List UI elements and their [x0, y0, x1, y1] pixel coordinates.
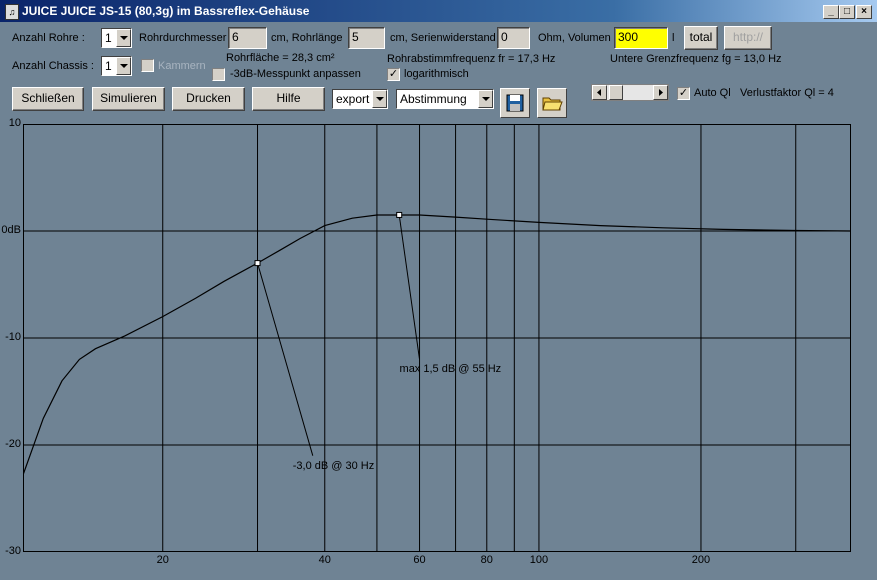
response-curve: [23, 214, 851, 476]
log-label: logarithmisch: [404, 68, 469, 80]
save-button[interactable]: [500, 88, 530, 118]
y-tick-label: -10: [5, 331, 21, 343]
scroll-thumb[interactable]: [609, 85, 623, 100]
open-button[interactable]: [537, 88, 567, 118]
scroll-left-button[interactable]: [592, 85, 607, 100]
drucken-button[interactable]: Drucken: [172, 87, 245, 111]
y-tick-label: 0dB: [1, 224, 21, 236]
y-tick-label: 10: [8, 117, 21, 129]
close-button[interactable]: ×: [856, 5, 872, 19]
messpunkt-checkbox[interactable]: [212, 68, 225, 81]
speaker-icon[interactable]: ♫: [5, 4, 19, 20]
total-button[interactable]: total: [684, 26, 718, 50]
window-title: JUICE JUICE JS-15 (80,3g) im Bassreflex-…: [22, 4, 310, 18]
durchmesser-label: Rohrdurchmesser: [139, 32, 227, 44]
durchmesser-input[interactable]: 6: [228, 27, 267, 49]
laenge-input[interactable]: 5: [348, 27, 385, 49]
scroll-right-button[interactable]: [653, 85, 668, 100]
widerstand-input[interactable]: 0: [497, 27, 530, 49]
annotation-marker: [396, 211, 403, 218]
arrow-right-icon: [659, 89, 663, 96]
x-tick-label: 80: [480, 554, 493, 566]
maximize-button[interactable]: □: [839, 5, 855, 19]
chassis-select[interactable]: 1: [101, 56, 132, 76]
volumen-label: Ohm, Volumen: [538, 32, 611, 44]
kammern-label: Kammern: [158, 60, 206, 72]
x-tick-label: 100: [529, 554, 549, 566]
unit-liter: l: [672, 32, 675, 44]
chevron-down-icon[interactable]: [372, 90, 387, 108]
minimize-button[interactable]: _: [823, 5, 839, 19]
y-tick-label: -20: [5, 438, 21, 450]
arrow-left-icon: [597, 89, 601, 96]
rohre-label: Anzahl Rohre :: [12, 32, 85, 44]
x-tick-label: 200: [691, 554, 711, 566]
auto-ql-label: Auto Ql: [694, 87, 731, 99]
kammern-checkbox[interactable]: [141, 59, 154, 72]
x-tick-label: 20: [156, 554, 169, 566]
chevron-down-icon[interactable]: [478, 90, 493, 108]
auto-ql-checkbox[interactable]: ✓: [677, 87, 690, 100]
http-button[interactable]: http://: [724, 26, 772, 50]
floppy-disk-icon: [506, 94, 524, 112]
hilfe-button[interactable]: Hilfe: [252, 87, 325, 111]
annotation-leader: [257, 262, 314, 456]
chevron-down-icon[interactable]: [116, 57, 131, 75]
x-tick-label: 40: [318, 554, 331, 566]
horizontal-scrollbar[interactable]: [591, 84, 669, 101]
abstimmung-select[interactable]: Abstimmung: [396, 89, 494, 109]
log-checkbox[interactable]: ✓: [387, 68, 400, 81]
rohre-select[interactable]: 1: [101, 28, 132, 48]
messpunkt-label: -3dB-Messpunkt anpassen: [230, 68, 361, 80]
volumen-input[interactable]: 300: [614, 27, 668, 49]
grenzfrequenz-text: Untere Grenzfrequenz fg = 13,0 Hz: [610, 53, 782, 65]
laenge-label: cm, Rohrlänge: [271, 32, 343, 44]
folder-open-icon: [542, 97, 563, 111]
abstimmfrequenz-text: Rohrabstimmfrequenz fr = 17,3 Hz: [387, 53, 556, 65]
title-bar[interactable]: ♫ JUICE JUICE JS-15 (80,3g) im Bassrefle…: [0, 0, 877, 22]
chassis-label: Anzahl Chassis :: [12, 60, 94, 72]
export-select[interactable]: export: [332, 89, 388, 109]
widerstand-label: cm, Serienwiderstand: [390, 32, 496, 44]
x-tick-label: 60: [413, 554, 426, 566]
annotation-marker: [254, 260, 261, 267]
verlustfaktor-text: Verlustfaktor Ql = 4: [740, 87, 834, 99]
y-tick-label: -30: [5, 545, 21, 557]
schliessen-button[interactable]: Schließen: [12, 87, 84, 111]
rohrflaeche-text: Rohrfläche = 28,3 cm²: [226, 52, 335, 64]
chevron-down-icon[interactable]: [116, 29, 131, 47]
frequency-response-chart: [23, 124, 851, 552]
simulieren-button[interactable]: Simulieren: [92, 87, 165, 111]
